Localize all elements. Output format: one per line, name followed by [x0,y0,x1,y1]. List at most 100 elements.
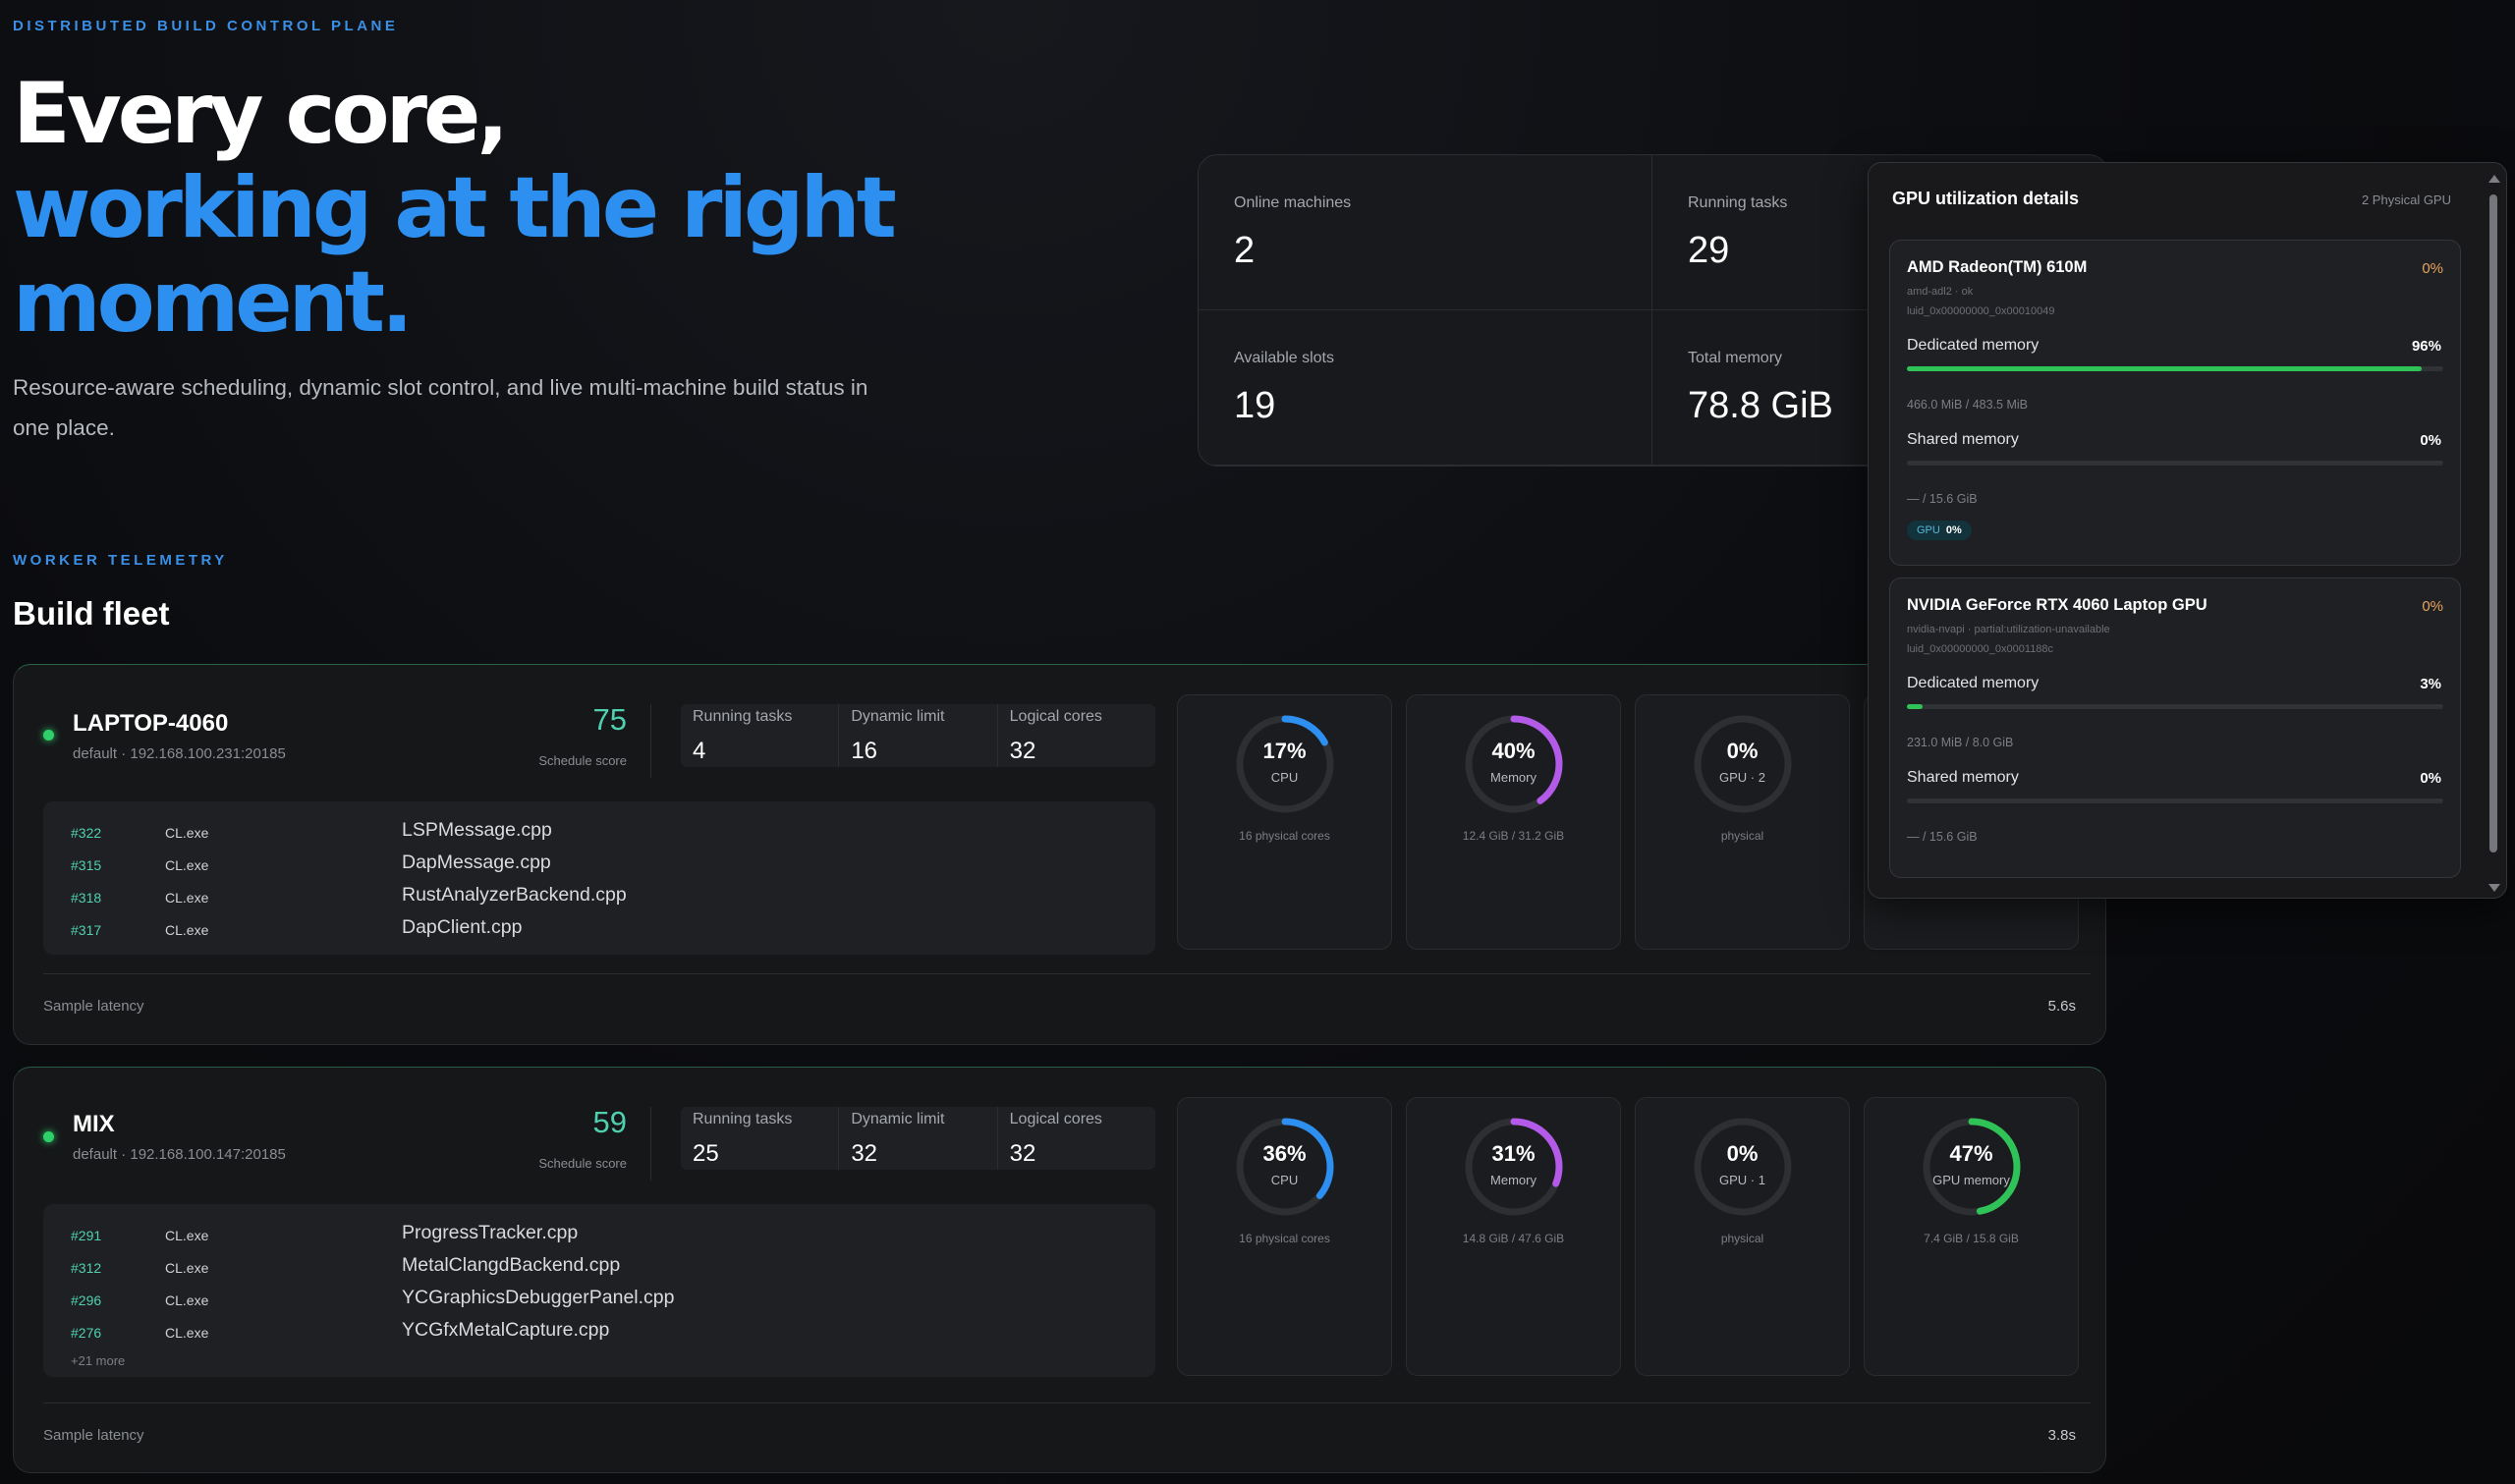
gauge-value: 36% [1262,1141,1307,1166]
dedicated-memory-bar [1907,366,2443,371]
status-online-dot [43,730,54,741]
gauge-sub: 14.8 GiB / 47.6 GiB [1462,1232,1565,1245]
gpu-luid: luid_0x00000000_0x00010049 [1907,305,2055,317]
stat-value: 32 [851,1140,878,1167]
machine-card-mix[interactable]: MIX default · 192.168.100.147:20185 59 S… [13,1067,2106,1473]
stat-running-tasks: Running tasks 4 [681,704,840,767]
task-process: CL.exe [165,1260,209,1276]
shared-memory-bar [1907,461,2443,466]
gpu-ring [1694,1118,1792,1216]
scroll-down-arrow-icon[interactable] [2488,884,2500,892]
gpu-name: AMD Radeon(TM) 610M [1907,258,2088,276]
dedicated-memory-percent: 3% [2420,676,2441,692]
gpu-utilization-panel[interactable]: GPU utilization details 2 Physical GPU A… [1868,162,2507,899]
task-process: CL.exe [165,890,209,906]
task-process: CL.exe [165,825,209,841]
gauge-sub: physical [1720,1232,1764,1245]
scroll-up-arrow-icon[interactable] [2488,175,2500,183]
summary-value: 2 [1234,230,1256,271]
stat-value: 16 [851,738,878,764]
task-process: CL.exe [165,922,209,938]
memory-ring [1465,715,1563,813]
stat-dynamic-limit: Dynamic limit 32 [839,1107,998,1170]
hero-subtitle: Resource-aware scheduling, dynamic slot … [13,375,868,440]
memory-gauge: 40% Memory 12.4 GiB / 31.2 GiB [1406,694,1621,950]
gauge-value: 40% [1491,739,1536,763]
task-id: #276 [71,1325,102,1341]
stat-label: Running tasks [693,708,793,725]
stat-logical-cores: Logical cores 32 [998,704,1155,767]
machine-name: MIX [73,1111,115,1137]
dedicated-memory-usage: 466.0 MiB / 483.5 MiB [1907,398,2028,412]
task-row[interactable]: #276 CL.exe YCGfxMetalCapture.cpp [43,1317,1155,1349]
task-file: LSPMessage.cpp [402,819,552,841]
stat-label: Dynamic limit [851,1111,945,1127]
task-row[interactable]: #312 CL.exe MetalClangdBackend.cpp [43,1252,1155,1285]
gauge-value: 17% [1262,739,1307,763]
task-file: DapMessage.cpp [402,852,551,873]
task-row[interactable]: #318 CL.exe RustAnalyzerBackend.cpp [43,882,1155,914]
schedule-score-label: Schedule score [538,1156,627,1171]
gauge-label: GPU memory [1932,1173,2010,1187]
dedicated-memory-usage: 231.0 MiB / 8.0 GiB [1907,736,2014,749]
gpu-card-amd: AMD Radeon(TM) 610M 0% amd-adl2 · ok lui… [1889,240,2461,566]
gauge-label: CPU [1270,770,1299,785]
task-process: CL.exe [165,857,209,873]
task-row[interactable]: #296 CL.exe YCGraphicsDebuggerPanel.cpp [43,1285,1155,1317]
task-id: #322 [71,825,102,841]
task-file: ProgressTracker.cpp [402,1222,579,1243]
task-list: #322 CL.exe LSPMessage.cpp #315 CL.exe DapMe… [43,801,1155,955]
stat-label: Logical cores [1009,708,1102,725]
hero-title: Every core, working at the right moment. [13,67,897,350]
scroll-thumb[interactable] [2489,194,2497,852]
stat-value: 4 [693,738,706,764]
gauge-value: 0% [1726,739,1759,763]
gauge-sub: 12.4 GiB / 31.2 GiB [1462,829,1565,843]
machine-card-laptop-4060[interactable]: LAPTOP-4060 default · 192.168.100.231:20… [13,664,2106,1045]
gauge-sub: 16 physical cores [1239,829,1330,843]
gpu-gauge: 0% GPU · 1 physical [1635,1097,1850,1376]
task-id: #318 [71,890,102,906]
stat-label: Logical cores [1009,1111,1102,1127]
machine-stats: Running tasks 4 Dynamic limit 16 Logical c… [681,704,1155,767]
gpu-driver-status: amd-adl2 · ok [1907,286,1974,298]
divider [43,1402,2091,1403]
more-tasks-link[interactable]: +21 more [43,1349,1155,1368]
task-id: #312 [71,1260,102,1276]
machine-address: default · 192.168.100.231:20185 [73,745,286,762]
summary-available-slots: Available slots 19 [1199,310,1652,466]
shared-memory-percent: 0% [2420,770,2441,787]
chip-value: 0% [1945,524,1962,536]
divider [650,1107,651,1181]
task-row[interactable]: #317 CL.exe DapClient.cpp [43,914,1155,947]
stat-value: 32 [1009,1140,1036,1167]
task-row[interactable]: #322 CL.exe LSPMessage.cpp [43,817,1155,850]
dedicated-memory-fill [1907,366,2423,371]
stat-logical-cores: Logical cores 32 [998,1107,1155,1170]
stat-running-tasks: Running tasks 25 [681,1107,840,1170]
task-id: #317 [71,922,102,938]
cpu-ring [1236,715,1334,813]
task-row[interactable]: #315 CL.exe DapMessage.cpp [43,850,1155,882]
gpu-gauge: 0% GPU · 2 physical [1635,694,1850,950]
schedule-score: 75 [592,702,627,737]
machine-address: default · 192.168.100.147:20185 [73,1146,286,1163]
cpu-gauge: 36% CPU 16 physical cores [1177,1097,1392,1376]
hero-eyebrow: DISTRIBUTED BUILD CONTROL PLANE [13,18,399,34]
task-id: #291 [71,1228,102,1243]
divider [650,704,651,778]
schedule-score-label: Schedule score [538,753,627,768]
gpu-utilization-chip: GPU 0% [1907,521,1972,540]
task-file: YCGfxMetalCapture.cpp [402,1319,610,1341]
gpu-panel-scrollbar[interactable] [2487,175,2500,892]
gauge-label: CPU [1270,1173,1299,1187]
gpu-ring [1694,715,1792,813]
gpu-driver-status: nvidia-nvapi · partial:utilization-unava… [1907,624,2110,635]
cpu-ring [1236,1118,1334,1216]
gauge-value: 0% [1726,1141,1759,1166]
latency-label: Sample latency [43,1427,144,1444]
task-row[interactable]: #291 CL.exe ProgressTracker.cpp [43,1220,1155,1252]
stat-dynamic-limit: Dynamic limit 16 [839,704,998,767]
fleet-title: Build fleet [13,595,170,632]
machine-stats: Running tasks 25 Dynamic limit 32 Logical … [681,1107,1155,1170]
